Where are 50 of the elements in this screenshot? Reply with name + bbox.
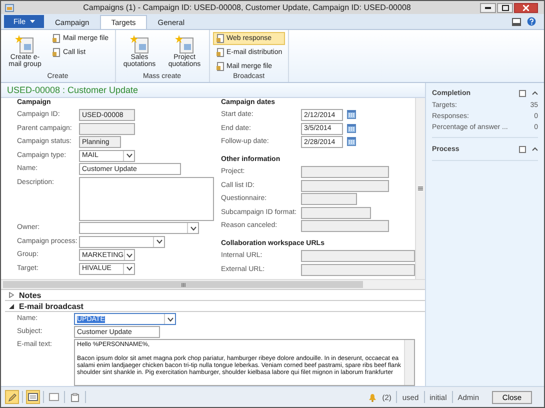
caret-icon [30, 20, 35, 23]
app-icon [5, 4, 14, 12]
panel-icon[interactable] [512, 18, 521, 26]
dropdown-caret-icon[interactable] [156, 239, 162, 244]
grip-icon [180, 282, 186, 287]
window-title: Campaigns (1) - Campaign ID: USED-00008, Customer Update, Campaign ID: USED-00008 [82, 3, 412, 12]
close-button[interactable] [514, 2, 538, 12]
dropdown-field[interactable] [79, 236, 165, 248]
grid-view-icon[interactable] [47, 390, 61, 404]
panel-icon[interactable] [519, 90, 526, 96]
document-icon [216, 62, 225, 71]
dropdown-caret-icon[interactable] [126, 153, 132, 158]
read-only-field [301, 193, 357, 206]
read-only-field [79, 122, 135, 135]
horizontal-scrollbar[interactable] [1, 279, 425, 290]
collapse-icon[interactable] [532, 91, 538, 95]
document-star-icon [128, 34, 151, 54]
form-view-icon[interactable] [26, 390, 40, 404]
dropdown-field[interactable] [79, 222, 199, 234]
document-icon [52, 48, 61, 57]
close-icon [523, 4, 529, 10]
panel-icon[interactable] [519, 146, 526, 152]
maximize-button[interactable] [497, 2, 513, 12]
help-icon[interactable] [527, 17, 536, 26]
dropdown-caret-icon[interactable] [190, 226, 196, 231]
collapse-icon [9, 304, 14, 308]
read-only-field [301, 206, 371, 219]
collapse-icon[interactable] [532, 147, 538, 151]
document-star-icon [14, 34, 36, 54]
document-star-icon [174, 34, 196, 54]
dropdown-caret-icon[interactable] [126, 252, 133, 258]
fasttab-header[interactable]: E-mail broadcast [5, 301, 425, 312]
calendar-icon[interactable] [347, 137, 356, 146]
calendar-icon[interactable] [347, 110, 356, 120]
vertical-scrollbar[interactable] [415, 98, 425, 280]
record-title: USED-00008 : Customer Update [6, 84, 138, 95]
dropdown-caret-icon[interactable] [126, 266, 132, 272]
expand-icon [9, 292, 14, 298]
document-icon [216, 48, 225, 57]
attachment-icon[interactable] [68, 390, 82, 404]
fasttab-header[interactable]: Notes [5, 290, 425, 301]
document-icon [52, 34, 61, 43]
pencil-icon[interactable] [5, 390, 19, 404]
minimize-icon [485, 6, 491, 8]
maximize-icon [502, 4, 508, 10]
grip-icon [418, 185, 423, 192]
minimize-button[interactable] [480, 2, 496, 12]
dropdown-caret-icon[interactable] [166, 316, 174, 322]
document-icon [216, 34, 225, 43]
calendar-icon[interactable] [347, 124, 356, 133]
